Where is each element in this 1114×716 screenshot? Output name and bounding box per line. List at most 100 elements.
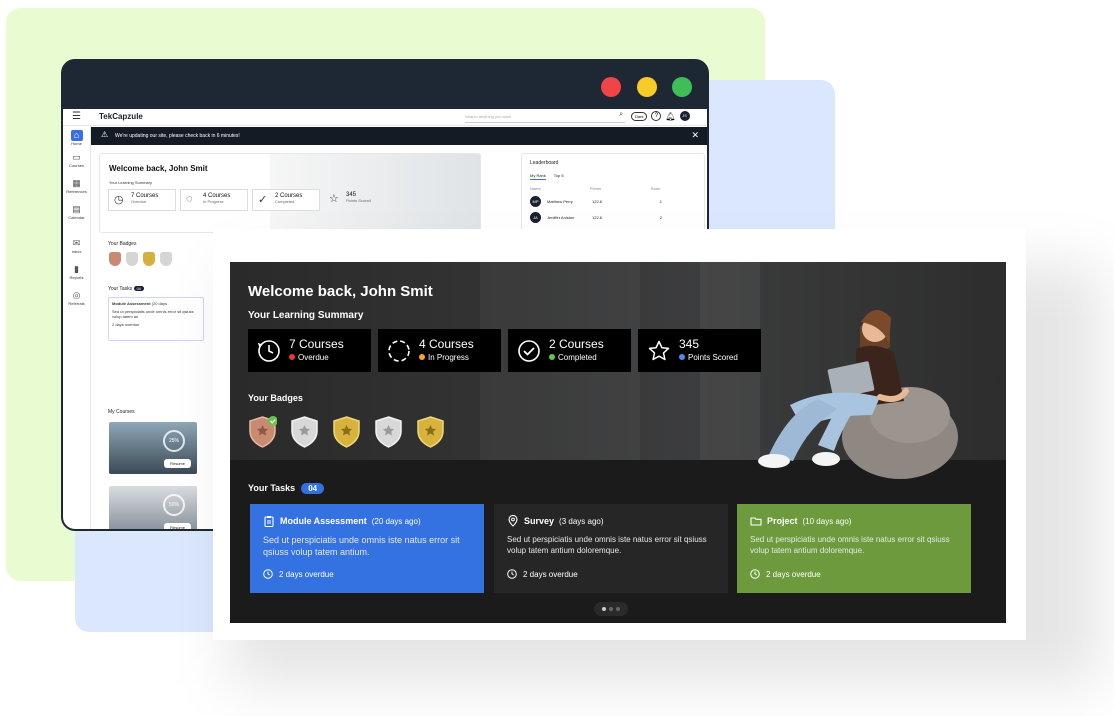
task-overdue: 2 days overdue	[279, 569, 334, 579]
maximize-window-button[interactable]	[672, 77, 692, 97]
pager-dot[interactable]	[602, 607, 606, 611]
task-title: Module Assessment	[280, 516, 367, 526]
tasks-count-badge: 04	[301, 483, 325, 494]
leaderboard-header: Name Points Rank	[530, 186, 696, 191]
status-dot	[419, 354, 425, 360]
tasks-title-text: Your Tasks	[248, 483, 296, 493]
stat-sub: In Progress	[419, 353, 469, 362]
task-due: (3 days ago)	[559, 516, 604, 526]
theme-toggle[interactable]: Dark	[631, 111, 648, 121]
task-card-project[interactable]: Project (10 days ago) Sed ut perspiciatis…	[737, 504, 971, 593]
welcome-card: Welcome back, John Smit Your Learning Su…	[99, 153, 481, 233]
app-logo[interactable]: TekCapzule	[99, 112, 143, 121]
stat-sub: Overdue	[289, 353, 329, 362]
gold-badge-icon[interactable]	[143, 252, 155, 266]
stat-sub: Points Scored	[346, 198, 371, 203]
sidebar-item-referrals[interactable]: ◎ Referrals	[63, 290, 90, 316]
references-icon: ▦	[72, 178, 81, 188]
pager-dot[interactable]	[616, 607, 620, 611]
my-courses-title: My Courses	[108, 409, 135, 415]
task-card[interactable]: Module Assessment (20 days Sed ut perspi…	[108, 297, 204, 341]
task-header: Survey (3 days ago)	[507, 515, 715, 527]
close-icon[interactable]: ✕	[691, 130, 699, 141]
task-body: Sed ut perspiciatis unde omnis iste natu…	[507, 535, 707, 555]
stat-points[interactable]: ☆ 345 Points Scored	[324, 189, 392, 211]
close-window-button[interactable]	[601, 77, 621, 97]
progress-icon: ◌	[186, 193, 193, 205]
maintenance-banner: ⚠ We're updating our site, please check …	[91, 127, 707, 145]
stat-completed[interactable]: ✓ 2 Courses Completed	[252, 189, 320, 211]
stat-sub: Points Scored	[679, 353, 738, 362]
tab-top-5[interactable]: Top 5	[554, 173, 564, 180]
course-card[interactable]: 50% Resume	[109, 486, 197, 529]
task-header: Project (10 days ago)	[750, 515, 958, 527]
task-overdue: 2 days overdue	[112, 322, 140, 327]
tasks-title-text: Your Tasks	[108, 286, 133, 292]
leader-points: 122.6	[592, 199, 603, 204]
gold-badge-icon[interactable]	[416, 416, 445, 448]
task-card-module-assessment[interactable]: Module Assessment (20 days ago) Sed ut pe…	[250, 504, 484, 593]
pager-dot[interactable]	[609, 607, 613, 611]
sidebar-item-label: Inbox	[71, 249, 82, 254]
course-card[interactable]: 25% Resume	[109, 422, 197, 474]
sidebar-item-home[interactable]: ⌂ Home	[63, 126, 90, 152]
task-title: Module Assessment	[112, 301, 151, 306]
task-footer: 2 days overdue	[750, 569, 821, 579]
stat-overdue[interactable]: 7 Courses Overdue	[248, 329, 371, 372]
leaderboard-row[interactable]: MP Matthew Perry 122.6 1	[530, 196, 696, 207]
resume-button[interactable]: Resume	[164, 459, 191, 468]
welcome-title: Welcome back, John Smit	[248, 283, 433, 300]
sidebar-item-label: References	[66, 189, 87, 194]
clock-icon: ◷	[114, 194, 124, 206]
check-circle-icon	[518, 340, 540, 362]
silver-badge-icon[interactable]	[160, 252, 172, 266]
sidebar-item-inbox[interactable]: ✉ Inbox	[63, 238, 90, 264]
stat-in-progress[interactable]: ◌ 4 Courses In Progress	[180, 189, 248, 211]
task-overdue: 2 days overdue	[766, 569, 821, 579]
search-icon[interactable]: ⌕	[619, 111, 623, 119]
leader-points: 122.6	[592, 215, 603, 220]
resume-button[interactable]: Resume	[164, 523, 191, 529]
tab-my-rank[interactable]: My Rank	[530, 173, 546, 180]
calendar-icon: ▤	[72, 204, 81, 214]
stat-value: 7 Courses	[289, 337, 344, 351]
banner-text: We're updating our site, please check ba…	[115, 133, 240, 139]
silver-badge-icon[interactable]	[290, 416, 319, 448]
task-card-survey[interactable]: Survey (3 days ago) Sed ut perspiciatis u…	[494, 504, 728, 593]
dark-dashboard-panel: Welcome back, John Smit Your Learning Su…	[230, 262, 1006, 623]
badges-title: Your Badges	[108, 241, 137, 247]
silver-badge-icon[interactable]	[126, 252, 138, 266]
search-input[interactable]: Search anything you want ⌕	[465, 111, 625, 123]
sidebar: ⌂ Home ▭ Courses ▦ References ▤ Calendar ✉ In…	[63, 126, 91, 529]
stat-sub: Overdue	[131, 199, 147, 204]
leaderboard-row[interactable]: JA Jeniffer Aniston 122.6 2	[530, 212, 696, 223]
sidebar-item-reports[interactable]: ▮ Reports	[63, 264, 90, 290]
status-dot	[289, 354, 295, 360]
user-avatar[interactable]: JS	[679, 111, 690, 121]
gold-badge-icon[interactable]	[332, 416, 361, 448]
stat-overdue[interactable]: ◷ 7 Courses Overdue	[108, 189, 176, 211]
marketing-composition: ☰ TekCapzule Search anything you want ⌕ …	[0, 0, 1114, 716]
sidebar-item-label: Reports	[69, 275, 84, 280]
sidebar-item-calendar[interactable]: ▤ Calendar	[63, 204, 90, 230]
help-icon[interactable]: ?	[651, 111, 662, 121]
stat-in-progress[interactable]: 4 Courses In Progress	[378, 329, 501, 372]
sidebar-item-references[interactable]: ▦ References	[63, 178, 90, 204]
bell-icon[interactable]: 🔔︎	[665, 112, 675, 121]
carousel-pager	[594, 602, 628, 616]
leaderboard-card: Leaderboard My Rank Top 5 Name Points Ra…	[521, 153, 705, 233]
bronze-badge-icon[interactable]	[109, 252, 121, 266]
clock-icon	[750, 569, 760, 579]
task-body: Sed ut perspiciatis unde omnis error sit…	[112, 309, 194, 319]
progress-icon	[388, 340, 410, 362]
minimize-window-button[interactable]	[637, 77, 657, 97]
course-progress: 50%	[163, 494, 185, 516]
sidebar-item-courses[interactable]: ▭ Courses	[63, 152, 90, 178]
window-titlebar	[63, 61, 707, 109]
hamburger-menu-icon[interactable]: ☰	[72, 111, 81, 122]
task-due: (10 days ago)	[802, 516, 852, 526]
stat-completed[interactable]: 2 Courses Completed	[508, 329, 631, 372]
silver-badge-icon[interactable]	[374, 416, 403, 448]
location-pin-icon	[508, 515, 518, 527]
bronze-badge-icon[interactable]	[248, 416, 277, 448]
